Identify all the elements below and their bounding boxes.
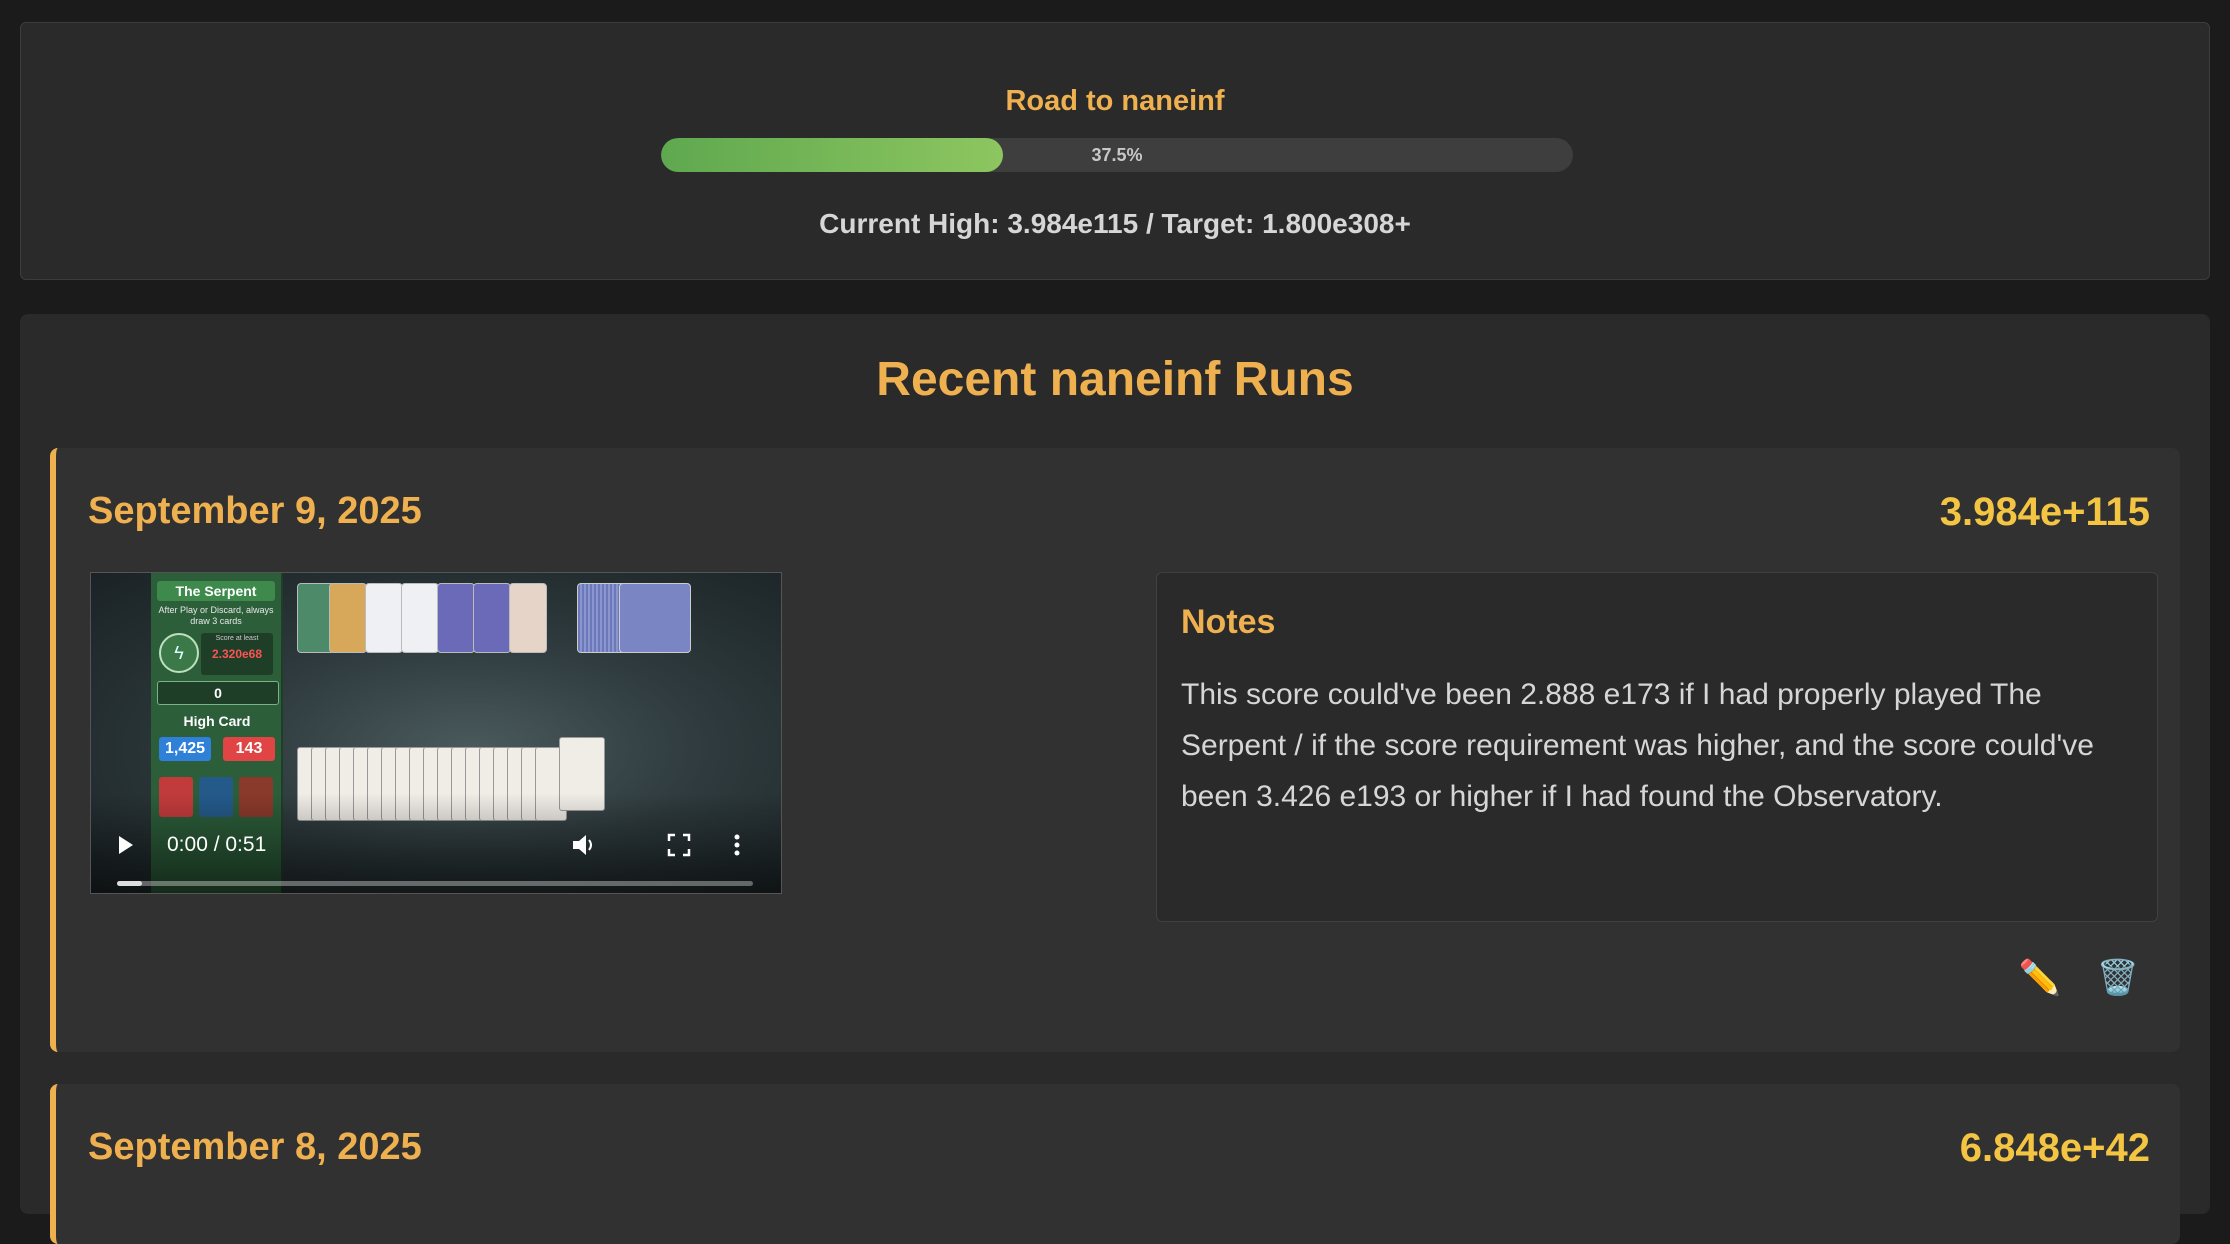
progress-percent-label: 37.5% [1091,145,1143,165]
game-hand-name: High Card [183,713,251,729]
progress-card: Road to naneinf 37.5% Current High: 3.98… [20,22,2210,280]
game-score-target-label: Score at least [215,635,259,642]
run-date: September 9, 2025 [88,490,422,532]
fullscreen-icon[interactable] [667,833,691,857]
video-controls: 0:00 / 0:51 [91,793,781,893]
game-chips: 1,425 [159,737,211,761]
game-blind-name: The Serpent [157,581,275,601]
run-date: September 8, 2025 [88,1126,422,1168]
notes-panel: Notes This score could've been 2.888 e17… [1156,572,2158,922]
game-blind-description: After Play or Discard, always draw 3 car… [158,605,274,626]
game-deck [577,583,693,653]
delete-run-button[interactable]: 🗑️ [2094,954,2142,1002]
run-entry: September 9, 2025 3.984e+115 The Serpent… [50,448,2180,1052]
notes-heading: Notes [1181,603,1276,641]
volume-icon[interactable] [571,833,597,857]
run-score: 3.984e+115 [1939,490,2150,534]
video-seek-fill [117,881,143,886]
game-score-target-value: 2.320e68 [211,647,263,661]
game-score-target: Score at least 2.320e68 [201,633,273,675]
video-time: 0:00 / 0:51 [167,833,267,856]
runs-section: Recent naneinf Runs September 9, 2025 3.… [20,314,2210,1244]
play-icon[interactable] [119,836,133,854]
game-round-score: 0 [157,681,279,705]
video-player[interactable]: The Serpent After Play or Discard, alway… [90,572,782,894]
more-options-icon[interactable] [733,833,741,857]
run-score: 6.848e+42 [1959,1126,2150,1170]
progress-status: Current High: 3.984e115 / Target: 1.800e… [819,208,1411,239]
progress-title: Road to naneinf [1005,85,1225,117]
game-mult: 143 [223,737,275,761]
video-seek-bar[interactable] [117,881,753,886]
trash-icon: 🗑️ [2096,959,2140,997]
runs-heading: Recent naneinf Runs [876,353,1354,406]
serpent-chip-icon: ϟ [159,633,199,673]
pencil-icon: ✏️ [2018,959,2062,997]
edit-run-button[interactable]: ✏️ [2016,954,2064,1002]
notes-text: This score could've been 2.888 e173 if I… [1181,678,2094,813]
progress-bar: 37.5% [661,138,1573,172]
run-entry: September 8, 2025 6.848e+42 [50,1084,2180,1244]
